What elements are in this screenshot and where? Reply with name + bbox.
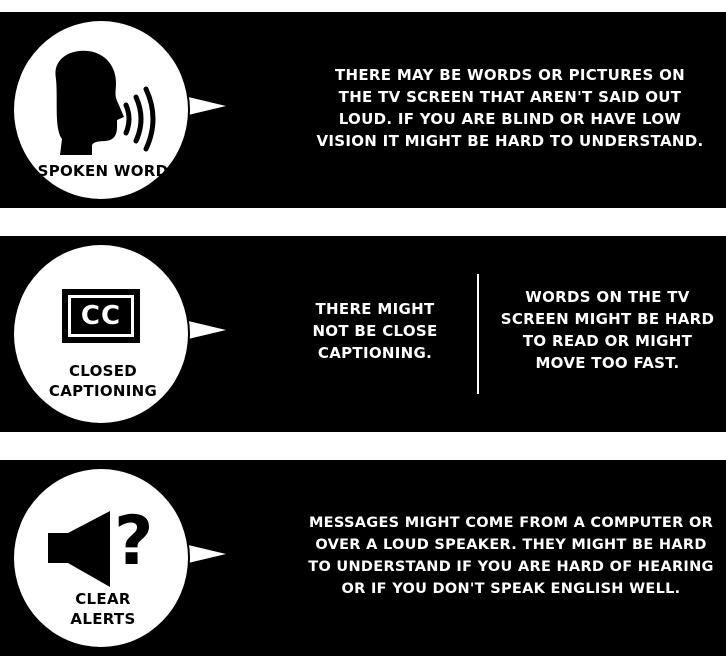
panel-label: SPOKEN WORD: [37, 162, 169, 180]
panel-description: MESSAGES MIGHT COME FROM A COMPUTER OR O…: [308, 515, 714, 597]
question-mark-glyph: ?: [114, 502, 154, 581]
speech-bubble: SPOKEN WORD: [12, 19, 190, 201]
panel-label: CLEAR ALERTS: [70, 590, 136, 628]
panel-description-left: THERE MIGHT NOT BE CLOSE CAPTIONING.: [312, 300, 438, 362]
panel-spoken-word: SPOKEN WORD THERE MAY BE WORDS OR PICTUR…: [0, 12, 726, 208]
speech-bubble: ? CLEAR ALERTS: [12, 467, 190, 649]
cc-icon-text: CC: [80, 301, 122, 331]
panel-closed-captioning: CC CLOSED CAPTIONING THERE MIGHT NOT BE …: [0, 236, 726, 432]
panel-clear-alerts: ? CLEAR ALERTS MESSAGES MIGHT COME FROM …: [0, 460, 726, 656]
panel-description-right: WORDS ON THE TV SCREEN MIGHT BE HARD TO …: [500, 288, 715, 372]
divider-line: [477, 274, 479, 394]
speech-bubble: CC CLOSED CAPTIONING: [12, 243, 190, 425]
speech-bubble-tail: [184, 320, 226, 340]
panel-description: THERE MAY BE WORDS OR PICTURES ON THE TV…: [316, 66, 704, 150]
closed-caption-icon: CC: [62, 289, 140, 343]
panel-label: CLOSED CAPTIONING: [48, 362, 158, 400]
